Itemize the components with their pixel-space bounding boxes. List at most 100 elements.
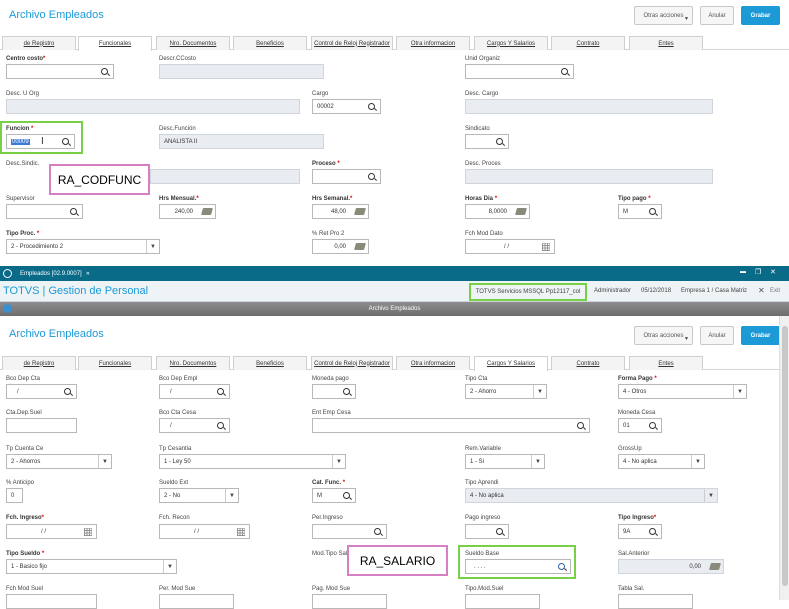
tab-nro-documentos[interactable]: Nro. Documentos bbox=[156, 356, 230, 370]
ret-pro2-input[interactable]: 0,00 bbox=[312, 239, 369, 254]
tab-beneficios[interactable]: Beneficios bbox=[233, 36, 307, 50]
tipo-cta-select[interactable]: 2 - Ahorro ▼ bbox=[465, 384, 547, 399]
bco-dep-cta-input[interactable]: / bbox=[6, 384, 77, 399]
calculator-icon[interactable] bbox=[515, 208, 527, 215]
tipo-mod-suel-input[interactable] bbox=[465, 594, 540, 609]
calendar-icon[interactable] bbox=[542, 243, 550, 251]
fch-mod-suel-input[interactable] bbox=[6, 594, 97, 609]
chevron-down-icon[interactable]: ▼ bbox=[163, 560, 176, 573]
search-icon[interactable] bbox=[70, 208, 77, 215]
tipo-proc-select[interactable]: 2 - Procedimiento 2 ▼ bbox=[6, 239, 160, 254]
fch-mod-dato-input[interactable]: / / bbox=[465, 239, 555, 254]
per-ingreso-input[interactable] bbox=[312, 524, 387, 539]
centro-costo-input[interactable] bbox=[6, 64, 114, 79]
tab-registro[interactable]: de Registro bbox=[2, 356, 76, 370]
search-icon[interactable] bbox=[64, 388, 71, 395]
calendar-icon[interactable] bbox=[237, 528, 245, 536]
cancel-button[interactable]: Anular bbox=[700, 6, 734, 25]
calculator-icon[interactable] bbox=[354, 208, 366, 215]
search-icon[interactable] bbox=[343, 492, 350, 499]
search-icon[interactable] bbox=[496, 138, 503, 145]
search-icon[interactable] bbox=[649, 208, 656, 215]
search-icon[interactable] bbox=[577, 422, 584, 429]
per-mod-sue-input[interactable] bbox=[159, 594, 234, 609]
proceso-input[interactable] bbox=[312, 169, 381, 184]
calculator-icon[interactable] bbox=[709, 563, 721, 570]
cargo-input[interactable]: 00002 bbox=[312, 99, 381, 114]
tab-cargos-salarios[interactable]: Cargos Y Salarios bbox=[474, 36, 548, 50]
unid-organiz-input[interactable] bbox=[465, 64, 574, 79]
chevron-down-icon[interactable]: ▼ bbox=[704, 489, 717, 502]
funcion-input[interactable]: 00009 I bbox=[6, 134, 75, 149]
tipo-ingreso-input[interactable]: 9A bbox=[618, 524, 662, 539]
calendar-icon[interactable] bbox=[84, 528, 92, 536]
search-icon[interactable] bbox=[496, 528, 503, 535]
chevron-down-icon[interactable]: ▼ bbox=[691, 455, 704, 468]
tab-contrato[interactable]: Contrato bbox=[551, 356, 625, 370]
tab-control-reloj[interactable]: Control de Reloj Registrador bbox=[311, 356, 393, 370]
scrollbar-thumb[interactable] bbox=[782, 326, 788, 586]
chevron-down-icon[interactable]: ▼ bbox=[733, 385, 746, 398]
tipo-pago-input[interactable]: M bbox=[618, 204, 662, 219]
other-actions-button[interactable]: Otras acciones ▼ bbox=[634, 326, 693, 345]
search-icon[interactable] bbox=[368, 173, 375, 180]
sueldo-ext-select[interactable]: 2 - No ▼ bbox=[159, 488, 239, 503]
tab-funcionales[interactable]: Funcionales bbox=[78, 356, 152, 370]
rem-variable-select[interactable]: 1 - Si ▼ bbox=[465, 454, 545, 469]
search-icon[interactable] bbox=[374, 528, 381, 535]
sindicato-input[interactable] bbox=[465, 134, 509, 149]
search-icon[interactable] bbox=[561, 68, 568, 75]
tab-registro[interactable]: de Registro bbox=[2, 36, 76, 50]
calculator-icon[interactable] bbox=[354, 243, 366, 250]
taskbar-tab-empleados[interactable]: Empleados [02.9.0007] ✕ bbox=[16, 266, 96, 281]
chevron-down-icon[interactable]: ▼ bbox=[533, 385, 546, 398]
search-icon[interactable] bbox=[649, 422, 656, 429]
calculator-icon[interactable] bbox=[201, 208, 213, 215]
tab-contrato[interactable]: Contrato bbox=[551, 36, 625, 50]
tab-entes[interactable]: Entes bbox=[629, 36, 703, 50]
search-icon[interactable] bbox=[101, 68, 108, 75]
search-icon[interactable] bbox=[558, 563, 565, 570]
tp-cesantia-select[interactable]: 1 - Ley 50 ▼ bbox=[159, 454, 346, 469]
bco-cta-cesa-input[interactable]: / bbox=[159, 418, 230, 433]
search-icon[interactable] bbox=[217, 422, 224, 429]
cancel-button[interactable]: Anular bbox=[700, 326, 734, 345]
bco-dep-empl-input[interactable]: / bbox=[159, 384, 230, 399]
search-icon[interactable] bbox=[649, 528, 656, 535]
anticipo-input[interactable]: 0 bbox=[6, 488, 23, 503]
tp-cuenta-ce-select[interactable]: 2 - Ahorros ▼ bbox=[6, 454, 112, 469]
cat-func-input[interactable]: M bbox=[312, 488, 356, 503]
sueldo-base-input[interactable]: . . . . bbox=[465, 559, 571, 574]
chevron-down-icon[interactable]: ▼ bbox=[98, 455, 111, 468]
ent-emp-cesa-input[interactable] bbox=[312, 418, 590, 433]
save-button[interactable]: Grabar bbox=[741, 326, 780, 345]
search-icon[interactable] bbox=[343, 388, 350, 395]
moneda-cesa-input[interactable]: 01 bbox=[618, 418, 662, 433]
tipo-aprendi-select[interactable]: 4 - No aplica ▼ bbox=[465, 488, 718, 503]
chevron-down-icon[interactable]: ▼ bbox=[225, 489, 238, 502]
search-icon[interactable] bbox=[368, 103, 375, 110]
cta-dep-suel-input[interactable] bbox=[6, 418, 77, 433]
minimize-icon[interactable]: ▬ bbox=[740, 269, 746, 275]
tipo-sueldo-select[interactable]: 1 - Basico fijo ▼ bbox=[6, 559, 177, 574]
search-icon[interactable] bbox=[62, 138, 69, 145]
fch-ingreso-input[interactable]: / / bbox=[6, 524, 97, 539]
grossup-select[interactable]: 4 - No aplica ▼ bbox=[618, 454, 705, 469]
exit-link[interactable]: Exit bbox=[770, 288, 780, 294]
supervisor-input[interactable] bbox=[6, 204, 83, 219]
close-icon[interactable]: ✕ bbox=[86, 271, 90, 277]
exit-icon[interactable]: ✕ bbox=[758, 286, 765, 295]
tab-otra-informacion[interactable]: Otra informacion bbox=[396, 356, 470, 370]
pag-mod-sue-input[interactable] bbox=[312, 594, 387, 609]
chevron-down-icon[interactable]: ▼ bbox=[332, 455, 345, 468]
search-icon[interactable] bbox=[217, 388, 224, 395]
save-button[interactable]: Grabar bbox=[741, 6, 780, 25]
tab-funcionales[interactable]: Funcionales bbox=[78, 36, 152, 51]
horas-dia-input[interactable]: 8,0000 bbox=[465, 204, 530, 219]
hrs-mensual-input[interactable]: 240,00 bbox=[159, 204, 216, 219]
window-close-icon[interactable]: ✕ bbox=[770, 268, 776, 276]
tabla-sal-input[interactable] bbox=[618, 594, 693, 609]
chevron-down-icon[interactable]: ▼ bbox=[146, 240, 159, 253]
chevron-down-icon[interactable]: ▼ bbox=[531, 455, 544, 468]
vertical-scrollbar[interactable] bbox=[779, 316, 789, 600]
